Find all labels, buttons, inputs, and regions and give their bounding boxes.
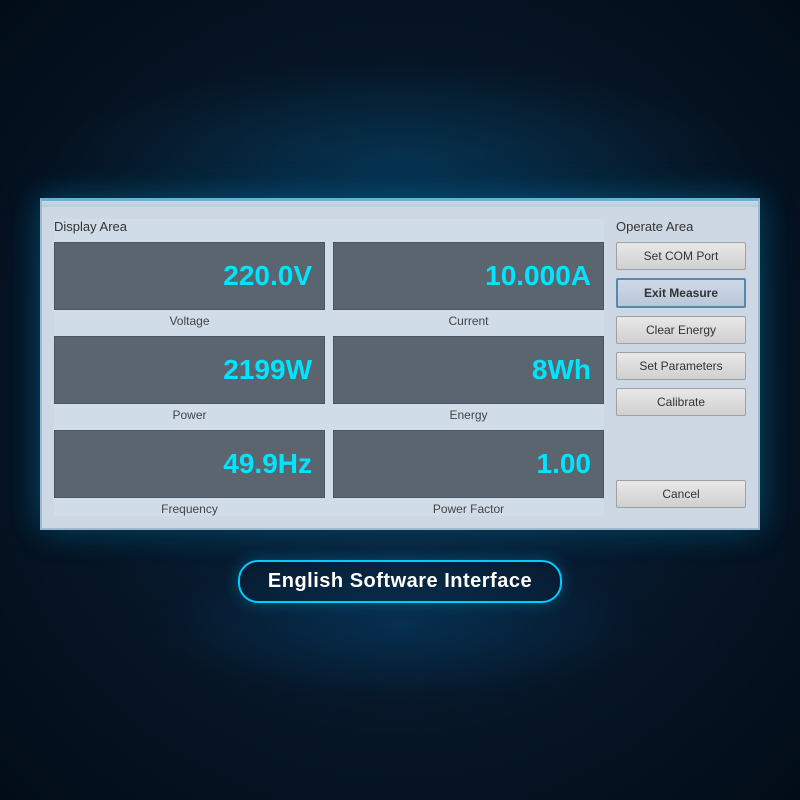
meter-display-power-factor: 1.00 xyxy=(333,430,604,498)
meters-grid: 220.0V Voltage 10.000A Current 2199W xyxy=(54,242,604,516)
meter-value-energy: 8Wh xyxy=(532,354,591,386)
meter-display-voltage: 220.0V xyxy=(54,242,325,310)
calibrate-button[interactable]: Calibrate xyxy=(616,388,746,416)
meter-cell-frequency: 49.9Hz Frequency xyxy=(54,430,325,516)
meter-value-voltage: 220.0V xyxy=(223,260,312,292)
window-content: Display Area 220.0V Voltage 10.000A Curr… xyxy=(42,207,758,528)
bottom-label: English Software Interface xyxy=(238,560,562,603)
meter-value-current: 10.000A xyxy=(485,260,591,292)
operate-area-title: Operate Area xyxy=(616,219,746,234)
meter-display-power: 2199W xyxy=(54,336,325,404)
operate-area: Operate Area Set COM Port Exit Measure C… xyxy=(616,219,746,516)
meter-label-frequency: Frequency xyxy=(161,502,218,516)
meter-label-voltage: Voltage xyxy=(169,314,209,328)
set-parameters-button[interactable]: Set Parameters xyxy=(616,352,746,380)
display-area: Display Area 220.0V Voltage 10.000A Curr… xyxy=(54,219,604,516)
meter-display-frequency: 49.9Hz xyxy=(54,430,325,498)
cancel-button[interactable]: Cancel xyxy=(616,480,746,508)
meter-cell-current: 10.000A Current xyxy=(333,242,604,328)
meter-label-power: Power xyxy=(172,408,206,422)
meter-value-power: 2199W xyxy=(223,354,312,386)
meter-display-current: 10.000A xyxy=(333,242,604,310)
meter-label-current: Current xyxy=(448,314,488,328)
meter-cell-power-factor: 1.00 Power Factor xyxy=(333,430,604,516)
meter-cell-energy: 8Wh Energy xyxy=(333,336,604,422)
exit-measure-button[interactable]: Exit Measure xyxy=(616,278,746,308)
meter-label-power-factor: Power Factor xyxy=(433,502,504,516)
bottom-label-wrap: English Software Interface xyxy=(238,560,562,603)
set-com-port-button[interactable]: Set COM Port xyxy=(616,242,746,270)
meter-cell-power: 2199W Power xyxy=(54,336,325,422)
meter-value-power-factor: 1.00 xyxy=(537,448,592,480)
display-area-title: Display Area xyxy=(54,219,604,234)
clear-energy-button[interactable]: Clear Energy xyxy=(616,316,746,344)
meter-value-frequency: 49.9Hz xyxy=(223,448,312,480)
meter-display-energy: 8Wh xyxy=(333,336,604,404)
meter-cell-voltage: 220.0V Voltage xyxy=(54,242,325,328)
meter-label-energy: Energy xyxy=(449,408,487,422)
main-window: Display Area 220.0V Voltage 10.000A Curr… xyxy=(40,198,760,530)
